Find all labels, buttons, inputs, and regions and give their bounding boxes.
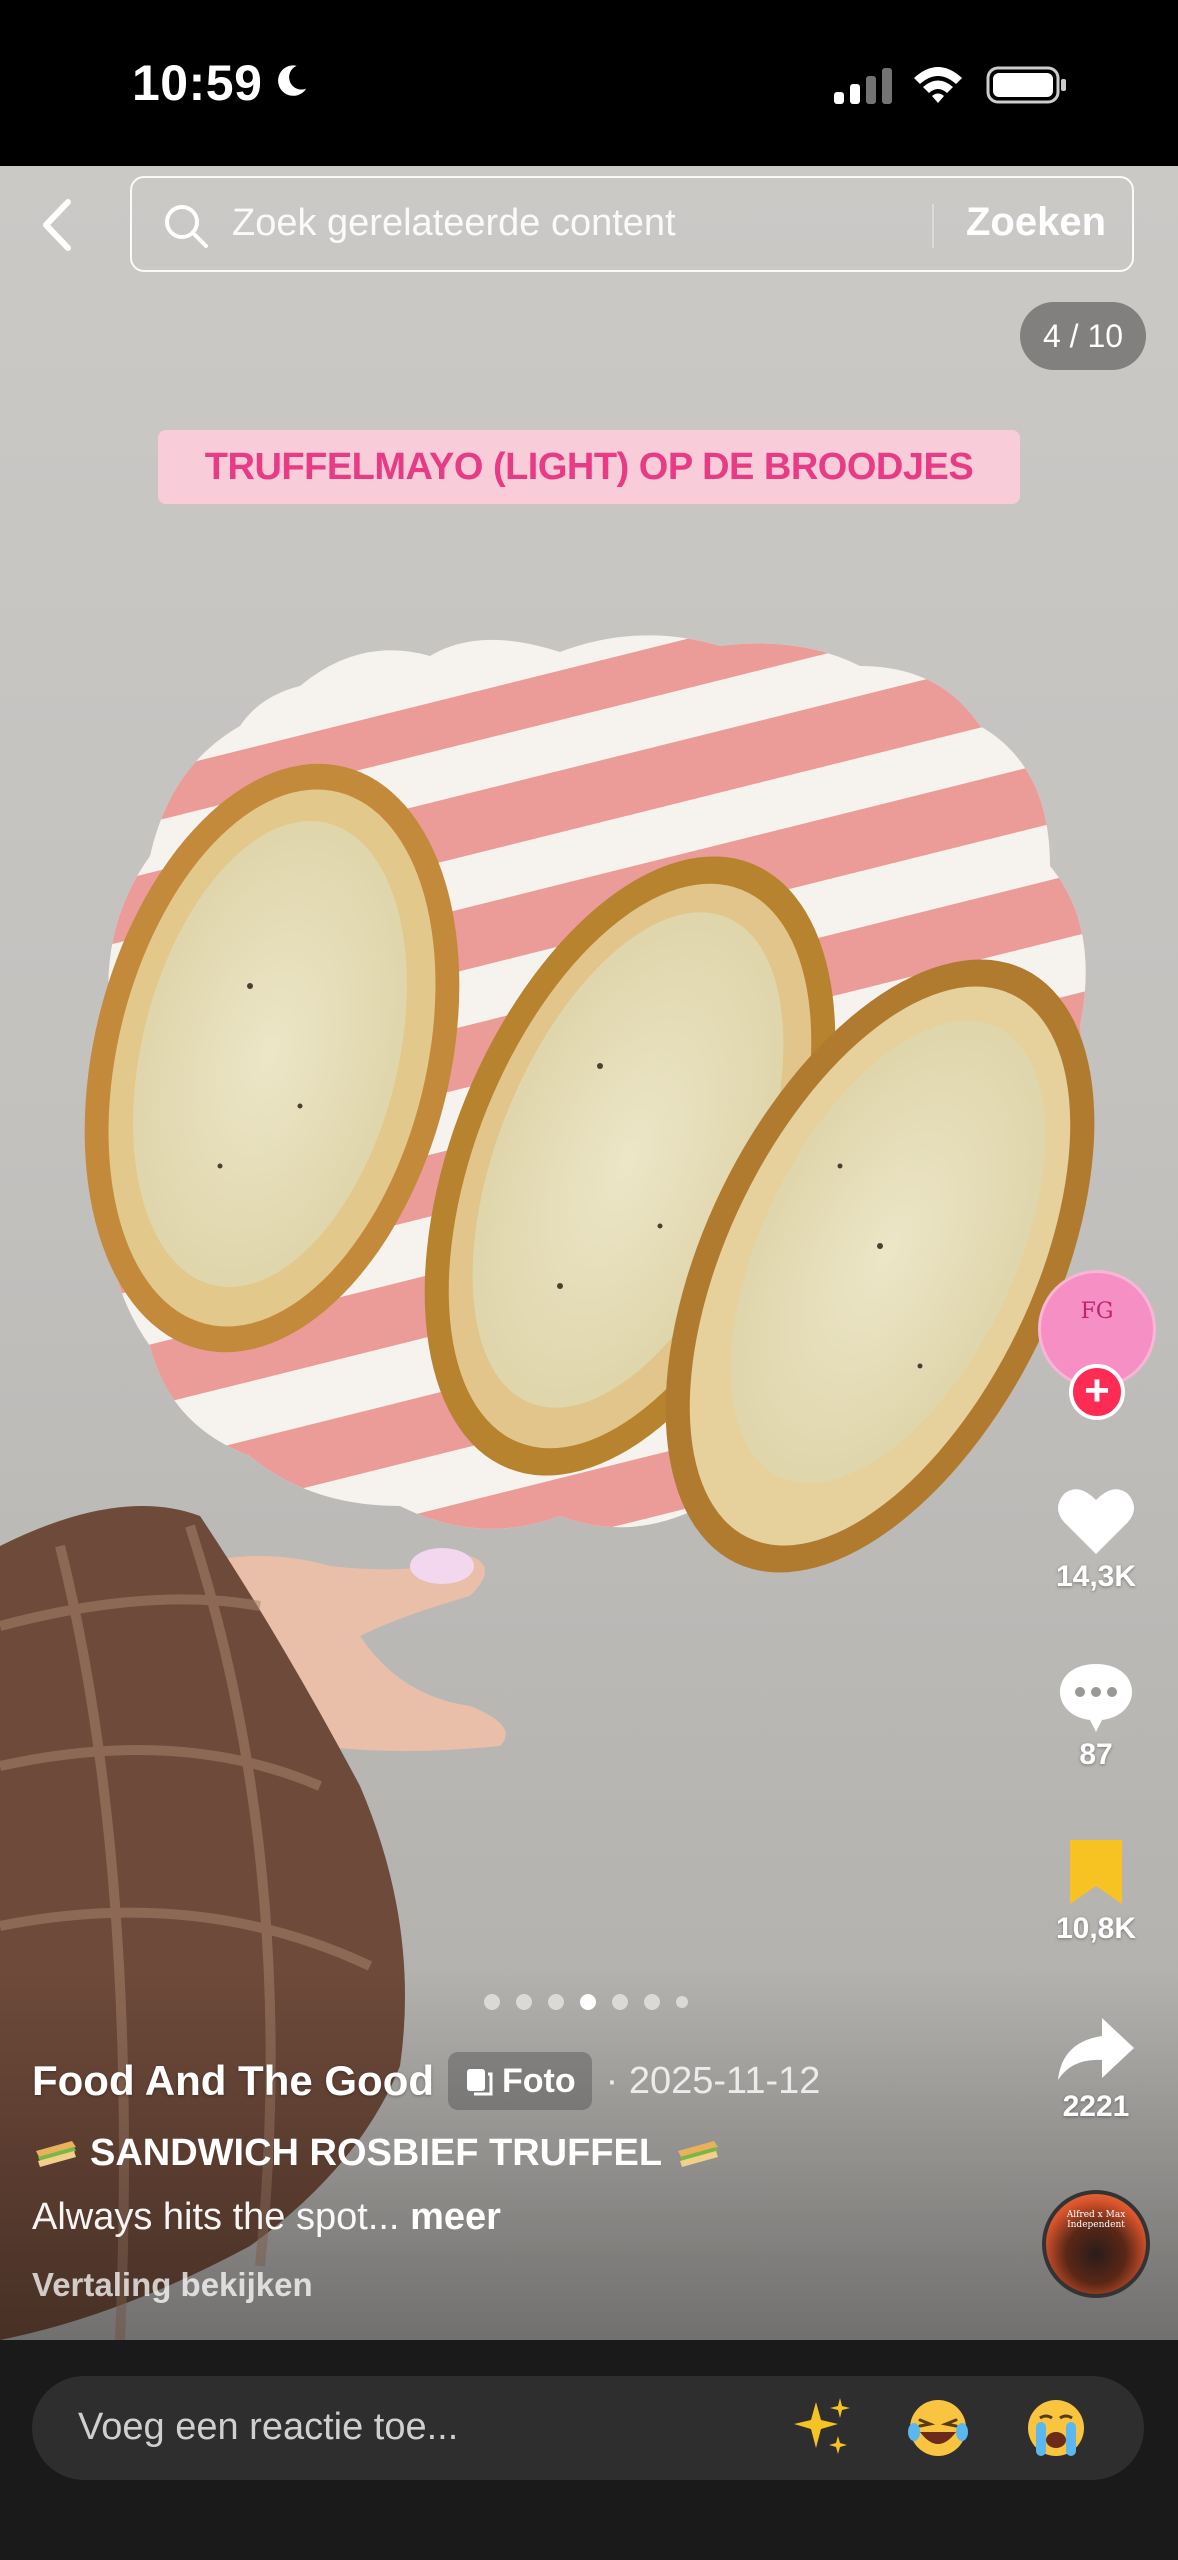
caption-body[interactable]: Always hits the spot... meer bbox=[32, 2196, 501, 2239]
comment-button[interactable]: 87 bbox=[1040, 1660, 1152, 1772]
caption-title-row: SANDWICH ROSBIEF TRUFFEL bbox=[32, 2132, 720, 2175]
save-button[interactable]: 10,8K bbox=[1040, 1836, 1152, 1946]
post-date: · 2025-11-12 bbox=[605, 2059, 821, 2102]
bookmark-icon bbox=[1070, 1840, 1122, 1904]
like-button[interactable]: 14,3K bbox=[1040, 1484, 1152, 1594]
caption-title: SANDWICH ROSBIEF TRUFFEL bbox=[90, 2132, 663, 2174]
photo-badge: Foto bbox=[448, 2052, 592, 2110]
carousel-dots bbox=[484, 1994, 688, 2010]
photo-stack-icon bbox=[467, 2069, 493, 2096]
search-input[interactable]: Zoek gerelateerde content bbox=[232, 202, 676, 245]
search-bar[interactable]: Zoek gerelateerde content Zoeken bbox=[130, 176, 1134, 272]
comment-count: 87 bbox=[1079, 1738, 1113, 1771]
photo-overlay-text: TRUFFELMAYO (LIGHT) OP DE BROODJES bbox=[158, 430, 1020, 504]
share-button[interactable]: 2221 bbox=[1040, 2014, 1152, 2124]
music-disc[interactable]: Alfred x Max Independent bbox=[1042, 2190, 1150, 2298]
carousel-dot[interactable] bbox=[612, 1994, 628, 2010]
heart-icon bbox=[1058, 1489, 1134, 1554]
more-link[interactable]: meer bbox=[410, 2196, 501, 2238]
slide-counter: 4 / 10 bbox=[1020, 302, 1146, 370]
follow-plus-icon[interactable]: + bbox=[1069, 1364, 1125, 1420]
carousel-dot[interactable] bbox=[644, 1994, 660, 2010]
sparkles-icon[interactable] bbox=[790, 2396, 854, 2460]
carousel-dot[interactable] bbox=[676, 1996, 688, 2008]
comment-icon bbox=[1060, 1664, 1132, 1732]
share-arrow-icon bbox=[1058, 2018, 1134, 2080]
moon-icon bbox=[278, 65, 307, 96]
wifi-icon bbox=[914, 67, 962, 103]
photo-badge-label: Foto bbox=[502, 2061, 576, 2100]
search-icon bbox=[165, 205, 208, 248]
comment-input[interactable]: Voeg een reactie toe... bbox=[32, 2376, 1144, 2480]
carousel-dot-active[interactable] bbox=[580, 1994, 596, 2010]
sandwich-icon bbox=[678, 2140, 719, 2167]
carousel-dot[interactable] bbox=[484, 1994, 500, 2010]
search-divider bbox=[932, 204, 934, 248]
carousel-dot[interactable] bbox=[516, 1994, 532, 2010]
translate-link[interactable]: Vertaling bekijken bbox=[32, 2266, 313, 2304]
crying-emoji-icon[interactable] bbox=[1024, 2396, 1088, 2460]
comment-placeholder: Voeg een reactie toe... bbox=[78, 2406, 459, 2448]
music-disc-text: Alfred x Max Independent bbox=[1066, 2210, 1126, 2230]
avatar-text: FG bbox=[1080, 1299, 1114, 1324]
caption-text: Always hits the spot... bbox=[32, 2196, 400, 2238]
share-count: 2221 bbox=[1062, 2090, 1130, 2123]
battery-icon bbox=[986, 66, 1066, 104]
author-name[interactable]: Food And The Good bbox=[32, 2057, 434, 2105]
author-row: Food And The Good Foto · 2025-11-12 bbox=[32, 2052, 820, 2110]
sandwich-icon bbox=[36, 2140, 76, 2167]
save-count: 10,8K bbox=[1055, 1912, 1137, 1945]
carousel-dot[interactable] bbox=[548, 1994, 564, 2010]
status-bar: 10:59 bbox=[0, 0, 1178, 166]
laughing-emoji-icon[interactable] bbox=[906, 2396, 970, 2460]
back-arrow-icon[interactable] bbox=[30, 190, 86, 260]
status-time: 10:59 bbox=[132, 55, 263, 111]
comment-bar: Voeg een reactie toe... bbox=[0, 2340, 1178, 2560]
like-count: 14,3K bbox=[1055, 1560, 1137, 1593]
signal-icon bbox=[834, 66, 892, 104]
search-button[interactable]: Zoeken bbox=[966, 200, 1106, 245]
